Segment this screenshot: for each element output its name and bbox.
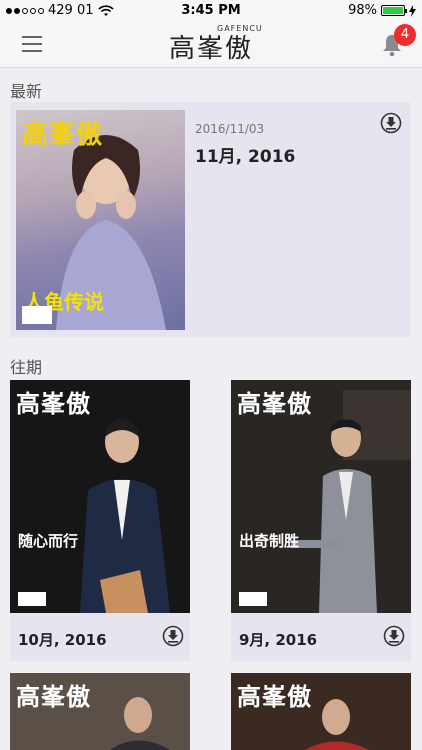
issue-cover-image[interactable]: 高峯傲 — [10, 673, 190, 750]
download-circle-icon[interactable] — [380, 112, 402, 134]
cover-masthead: 高峯傲 — [16, 682, 91, 711]
cover-masthead: 高峯傲 — [237, 389, 312, 418]
battery-status: 98% — [348, 3, 416, 18]
past-issue-card[interactable]: 高峯傲 随心而行 10月, 2016 — [10, 380, 190, 661]
status-bar: 429 01 3:45 PM 98% — [0, 0, 422, 22]
past-issue-card[interactable]: 高峯傲 — [231, 673, 411, 750]
latest-issue-card[interactable]: 高峯傲 人鱼传说 2016/11/03 11月, 2016 — [10, 102, 410, 337]
cover-barcode — [239, 592, 267, 606]
battery-icon — [381, 5, 407, 16]
issue-label: 9月, 2016 — [239, 631, 318, 649]
cover-masthead: 高峯傲 — [22, 120, 104, 150]
cover-headline: 出奇制胜 — [239, 532, 300, 550]
cover-headline: 随心而行 — [18, 532, 79, 550]
issue-cover-image[interactable]: 高峯傲 — [231, 673, 411, 750]
issue-cover-image[interactable]: 高峯傲 出奇制胜 — [231, 380, 411, 613]
issue-cover-image[interactable]: 高峯傲 随心而行 — [10, 380, 190, 613]
nav-bar: 高峯傲 GAFENCU 4 — [0, 22, 422, 68]
notification-badge: 4 — [394, 24, 416, 46]
issue-footer: 10月, 2016 — [10, 613, 190, 661]
latest-date: 2016/11/03 — [195, 122, 265, 136]
past-issue-card[interactable]: 高峯傲 — [10, 673, 190, 750]
latest-cover-image[interactable]: 高峯傲 人鱼传说 — [16, 110, 185, 330]
charging-icon — [409, 4, 416, 17]
issue-footer: 9月, 2016 — [231, 613, 411, 661]
logo-text: 高峯傲 — [168, 34, 253, 64]
logo-subtext: GAFENCU — [217, 24, 263, 33]
cover-barcode — [22, 306, 52, 324]
cover-masthead: 高峯傲 — [237, 682, 312, 711]
section-title-past: 往期 — [10, 358, 43, 377]
latest-title: 11月, 2016 — [195, 147, 296, 167]
cover-barcode — [18, 592, 46, 606]
download-circle-icon[interactable] — [383, 625, 405, 647]
issue-label: 10月, 2016 — [18, 631, 107, 649]
cover-masthead: 高峯傲 — [16, 389, 91, 418]
app-logo: 高峯傲 — [0, 28, 422, 65]
battery-percent: 98% — [348, 3, 377, 18]
download-circle-icon[interactable] — [162, 625, 184, 647]
section-title-latest: 最新 — [10, 82, 43, 101]
past-issue-card[interactable]: 高峯傲 出奇制胜 9月, 2016 — [231, 380, 411, 661]
